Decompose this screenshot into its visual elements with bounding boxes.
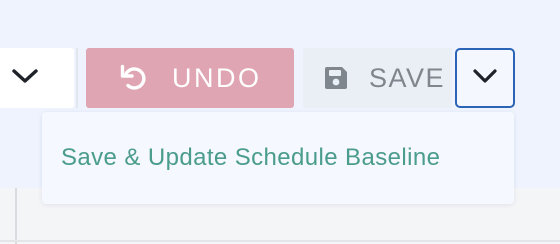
content-divider <box>15 188 17 244</box>
undo-button-label: UNDO <box>172 62 262 93</box>
toolbar-separator <box>76 48 78 108</box>
save-options-menu: Save & Update Schedule Baseline <box>42 112 514 204</box>
save-button-label: SAVE <box>369 62 446 93</box>
content-bottom-divider <box>0 240 560 242</box>
chevron-down-icon <box>472 67 498 90</box>
save-button[interactable]: SAVE <box>303 48 452 108</box>
undo-button[interactable]: UNDO <box>86 48 294 108</box>
undo-icon <box>118 63 148 93</box>
left-dropdown-toggle[interactable] <box>0 48 74 108</box>
floppy-disk-icon <box>323 65 349 91</box>
chevron-down-icon <box>11 67 39 90</box>
save-options-toggle[interactable] <box>455 48 515 108</box>
menu-item-save-update-baseline[interactable]: Save & Update Schedule Baseline <box>42 112 514 204</box>
